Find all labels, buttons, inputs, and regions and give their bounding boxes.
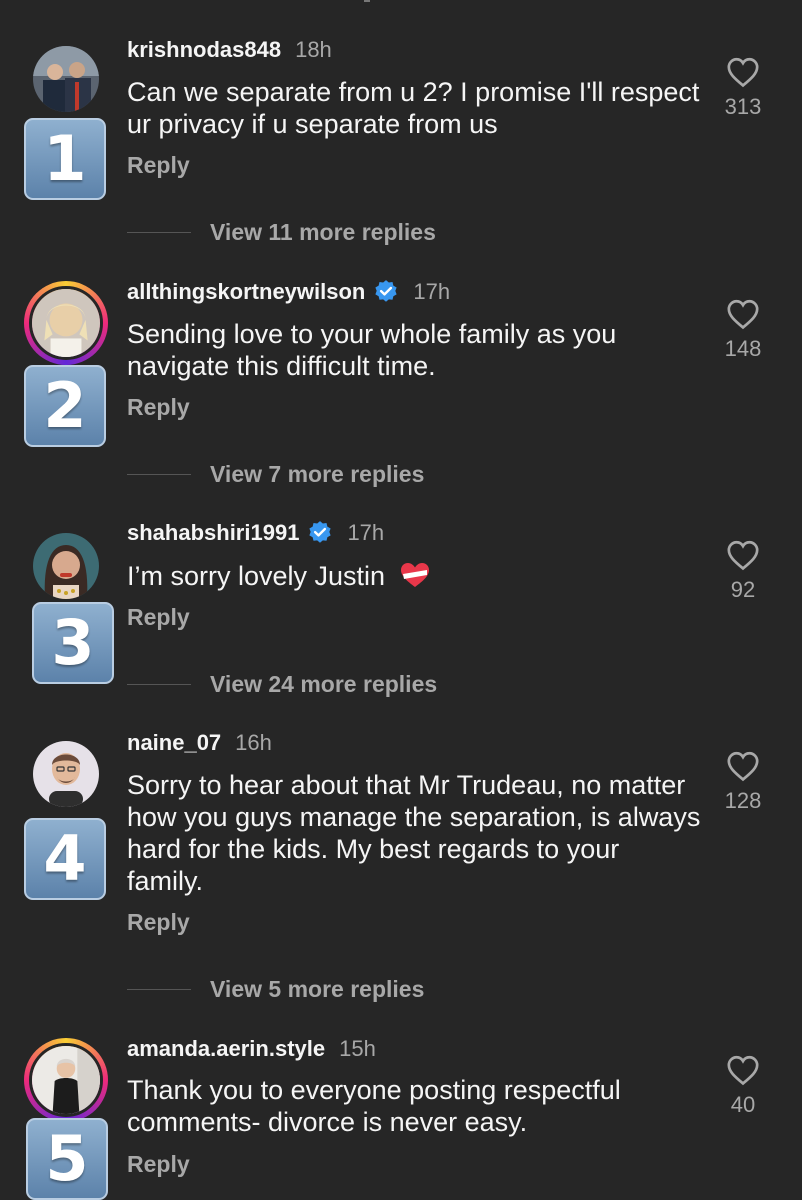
avatar[interactable] [33, 741, 99, 807]
username[interactable]: allthingskortneywilson [127, 279, 365, 305]
rank-badge: 5 [26, 1118, 108, 1200]
like-group: 92 [714, 539, 772, 603]
view-more-replies-button[interactable]: View 7 more replies [127, 461, 424, 488]
divider-line [127, 473, 191, 476]
top-divider-fragment [364, 0, 370, 2]
rank-badge: 4 [24, 818, 106, 900]
timestamp: 17h [413, 279, 451, 304]
username[interactable]: krishnodas848 [127, 37, 281, 63]
avatar[interactable] [33, 46, 99, 112]
view-more-replies-label: View 5 more replies [210, 976, 425, 1002]
avatar[interactable] [24, 1038, 108, 1122]
timestamp: 18h [295, 37, 332, 62]
view-more-replies-label: View 24 more replies [210, 671, 438, 697]
verified-badge-icon [309, 521, 332, 543]
view-more-replies-label: View 11 more replies [210, 219, 436, 245]
like-group: 128 [714, 750, 772, 814]
reply-button[interactable]: Reply [127, 909, 190, 936]
comment-header: allthingskortneywilson 17h [127, 279, 450, 305]
rank-badge: 1 [24, 118, 106, 200]
comment-text: Sending love to your whole family as you… [127, 319, 617, 381]
reply-button[interactable]: Reply [127, 152, 190, 179]
timestamp: 17h [347, 520, 385, 545]
comment-header: naine_07 16h [127, 730, 272, 756]
avatar[interactable] [33, 533, 99, 599]
like-group: 148 [714, 298, 772, 362]
reply-button[interactable]: Reply [127, 394, 190, 421]
timestamp: 15h [339, 1036, 376, 1061]
reply-button[interactable]: Reply [127, 604, 190, 631]
timestamp: 16h [235, 730, 272, 755]
like-count: 313 [724, 94, 762, 119]
comment-header: amanda.aerin.style 15h [127, 1036, 376, 1062]
divider-line [127, 231, 191, 234]
reply-button[interactable]: Reply [127, 1151, 190, 1178]
like-count: 148 [724, 336, 762, 361]
heart-outline-icon[interactable] [726, 298, 760, 330]
view-more-replies-button[interactable]: View 11 more replies [127, 219, 436, 246]
comment-text: Can we separate from u 2? I promise I'll… [127, 77, 700, 139]
heart-with-ribbon-emoji-icon [400, 563, 429, 587]
heart-outline-icon[interactable] [726, 539, 760, 571]
comment-text-row: I’m sorry lovely Justin [127, 560, 707, 592]
username[interactable]: amanda.aerin.style [127, 1036, 325, 1062]
like-group: 40 [714, 1054, 772, 1118]
comment-header: shahabshiri1991 17h [127, 520, 384, 546]
avatar[interactable] [24, 281, 108, 365]
rank-badge: 2 [24, 365, 106, 447]
view-more-replies-label: View 7 more replies [210, 461, 425, 487]
like-count: 92 [730, 577, 756, 602]
verified-badge-icon [375, 280, 397, 302]
heart-outline-icon[interactable] [726, 750, 760, 782]
comment-text: Sorry to hear about that Mr Trudeau, no … [127, 770, 701, 896]
username[interactable]: naine_07 [127, 730, 221, 756]
heart-outline-icon[interactable] [726, 56, 760, 88]
rank-badge: 3 [32, 602, 114, 684]
username[interactable]: shahabshiri1991 [127, 520, 299, 546]
like-count: 40 [730, 1092, 756, 1117]
like-count: 128 [724, 788, 762, 813]
heart-outline-icon[interactable] [726, 1054, 760, 1086]
divider-line [127, 988, 191, 991]
comment-text: Thank you to everyone posting respectful… [127, 1075, 621, 1137]
view-more-replies-button[interactable]: View 24 more replies [127, 671, 437, 698]
view-more-replies-button[interactable]: View 5 more replies [127, 976, 424, 1003]
comment-text: I’m sorry lovely Justin [127, 561, 386, 591]
like-group: 313 [714, 56, 772, 120]
comment-header: krishnodas848 18h [127, 37, 332, 63]
divider-line [127, 683, 191, 686]
